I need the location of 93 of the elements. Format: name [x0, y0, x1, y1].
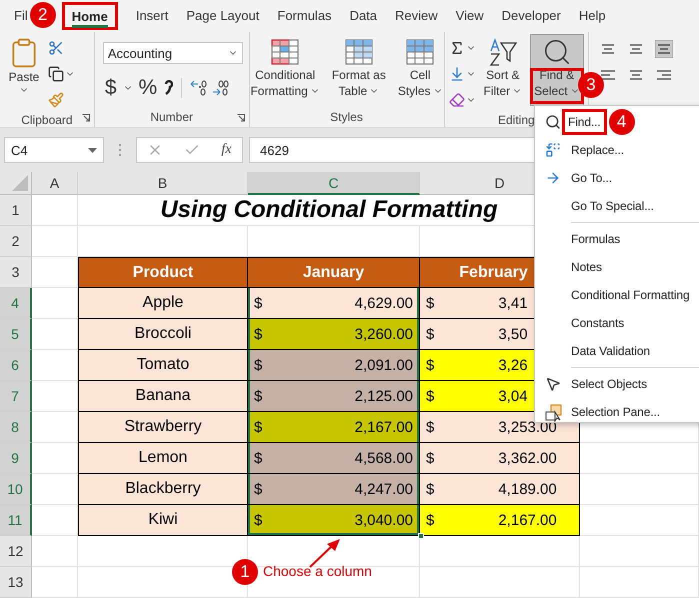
row-header[interactable]: 2: [0, 226, 32, 257]
launcher-icon[interactable]: [236, 114, 244, 122]
table-header: January: [248, 257, 420, 288]
ribbon-tab[interactable]: Home: [72, 4, 108, 28]
table-cell: $ 3,260.00: [248, 319, 420, 350]
paintbrush-icon: [48, 92, 64, 108]
ribbon-tab[interactable]: View: [456, 3, 484, 27]
table-cell: $ 2,125.00: [248, 381, 420, 412]
ribbon-tab[interactable]: Help: [578, 3, 606, 27]
table-cell: Lemon: [78, 443, 248, 474]
row-header[interactable]: 6: [0, 350, 32, 381]
row-header[interactable]: 4: [0, 288, 32, 319]
column-header[interactable]: A: [32, 172, 78, 195]
name-box[interactable]: C4: [4, 137, 104, 163]
fill-down-icon: [448, 66, 464, 82]
row-header[interactable]: 3: [0, 257, 32, 288]
annotation-caption: Choose a column: [263, 563, 372, 579]
table-cell: Strawberry: [78, 412, 248, 443]
pointer-icon: [545, 376, 561, 392]
table-cell: $ 2,167.00: [420, 505, 580, 536]
table-cell: Banana: [78, 381, 248, 412]
table-cell: Broccoli: [78, 319, 248, 350]
table-cell: $ 2,091.00: [248, 350, 420, 381]
dropdown-icon: [88, 148, 97, 152]
table-cell: $ 4,568.00: [248, 443, 420, 474]
fill-handle[interactable]: [418, 533, 424, 539]
group-label: Clipboard: [21, 112, 73, 126]
table-cell: Blackberry: [78, 474, 248, 505]
decrease-decimal-icon[interactable]: [212, 79, 230, 97]
row-header[interactable]: 5: [0, 319, 32, 350]
conditional-formatting-button[interactable]: Conditional Formatting: [246, 34, 324, 106]
row-header[interactable]: 13: [0, 567, 32, 598]
step-badge: 4: [608, 109, 635, 135]
cell-styles-button[interactable]: Cell Styles: [394, 34, 447, 106]
launcher-icon[interactable]: [82, 114, 90, 122]
row-header[interactable]: 7: [0, 381, 32, 412]
eraser-icon: [448, 92, 464, 108]
number-format-dropdown[interactable]: Accounting: [102, 42, 243, 64]
row-header[interactable]: 9: [0, 443, 32, 474]
table-brush-icon: [344, 37, 374, 67]
conditional-formatting-icon: [270, 37, 300, 67]
table-cell: $ 2,167.00: [248, 412, 420, 443]
search-icon: [545, 114, 561, 130]
table-cell: $ 3,362.00: [420, 443, 580, 474]
copy-icon: [48, 66, 64, 82]
group-label: Editing: [498, 112, 535, 126]
grip-icon: [118, 143, 122, 157]
table-header: Product: [78, 257, 248, 288]
replace-icon: [545, 142, 561, 158]
sort-filter-button[interactable]: Sort & Filter: [480, 34, 526, 106]
paste-button[interactable]: Paste: [4, 34, 44, 106]
ribbon-tab[interactable]: Data: [350, 3, 378, 27]
menu-item[interactable]: Replace...: [571, 140, 624, 160]
ribbon-tab[interactable]: Formulas: [277, 3, 332, 27]
group-label: Styles: [330, 110, 363, 124]
comma-style-icon[interactable]: [163, 80, 174, 96]
row-header[interactable]: 12: [0, 536, 32, 567]
ribbon-tab[interactable]: Developer: [502, 3, 561, 27]
table-cell: Apple: [78, 288, 248, 319]
table-cell: $ 4,247.00: [248, 474, 420, 505]
ribbon-tab[interactable]: Page Layout: [186, 3, 260, 27]
ribbon-tab[interactable]: Fil: [14, 3, 28, 27]
menu-item[interactable]: Go To Special...: [571, 196, 654, 216]
percent-button[interactable]: %: [136, 76, 160, 100]
scissors-icon: [48, 40, 64, 56]
sort-filter-icon: [488, 37, 518, 67]
step-badge: 2: [30, 2, 56, 28]
currency-button[interactable]: $: [102, 76, 118, 100]
grid-cell: [32, 567, 78, 598]
table-cell: Kiwi: [78, 505, 248, 536]
step-badge: 1: [232, 559, 258, 585]
group-label: Number: [150, 110, 193, 124]
increase-decimal-icon[interactable]: [190, 79, 208, 97]
table-cell: $ 4,629.00: [248, 288, 420, 319]
grid-cell: [32, 536, 78, 567]
ribbon-tab[interactable]: Insert: [136, 3, 168, 27]
menu-item[interactable]: Find...: [568, 112, 601, 132]
ribbon-tab[interactable]: Review: [395, 3, 438, 27]
menu-item[interactable]: Formulas: [571, 229, 620, 249]
format-as-table-button[interactable]: Format as Table: [328, 34, 390, 106]
row-header[interactable]: 1: [0, 195, 32, 226]
insert-function-button[interactable]: fx: [221, 142, 232, 158]
table-cell: $ 3,040.00: [248, 505, 420, 536]
table-cell: Tomato: [78, 350, 248, 381]
row-header[interactable]: 10: [0, 474, 32, 505]
row-header[interactable]: 8: [0, 412, 32, 443]
column-header[interactable]: B: [78, 172, 248, 195]
cell-styles-icon: [405, 37, 436, 67]
align-bottom-icon[interactable]: [655, 40, 674, 58]
table-cell: $ 4,189.00: [420, 474, 580, 505]
grid-cell: [32, 226, 78, 257]
column-header[interactable]: C: [248, 172, 420, 195]
row-header[interactable]: 11: [0, 505, 32, 536]
